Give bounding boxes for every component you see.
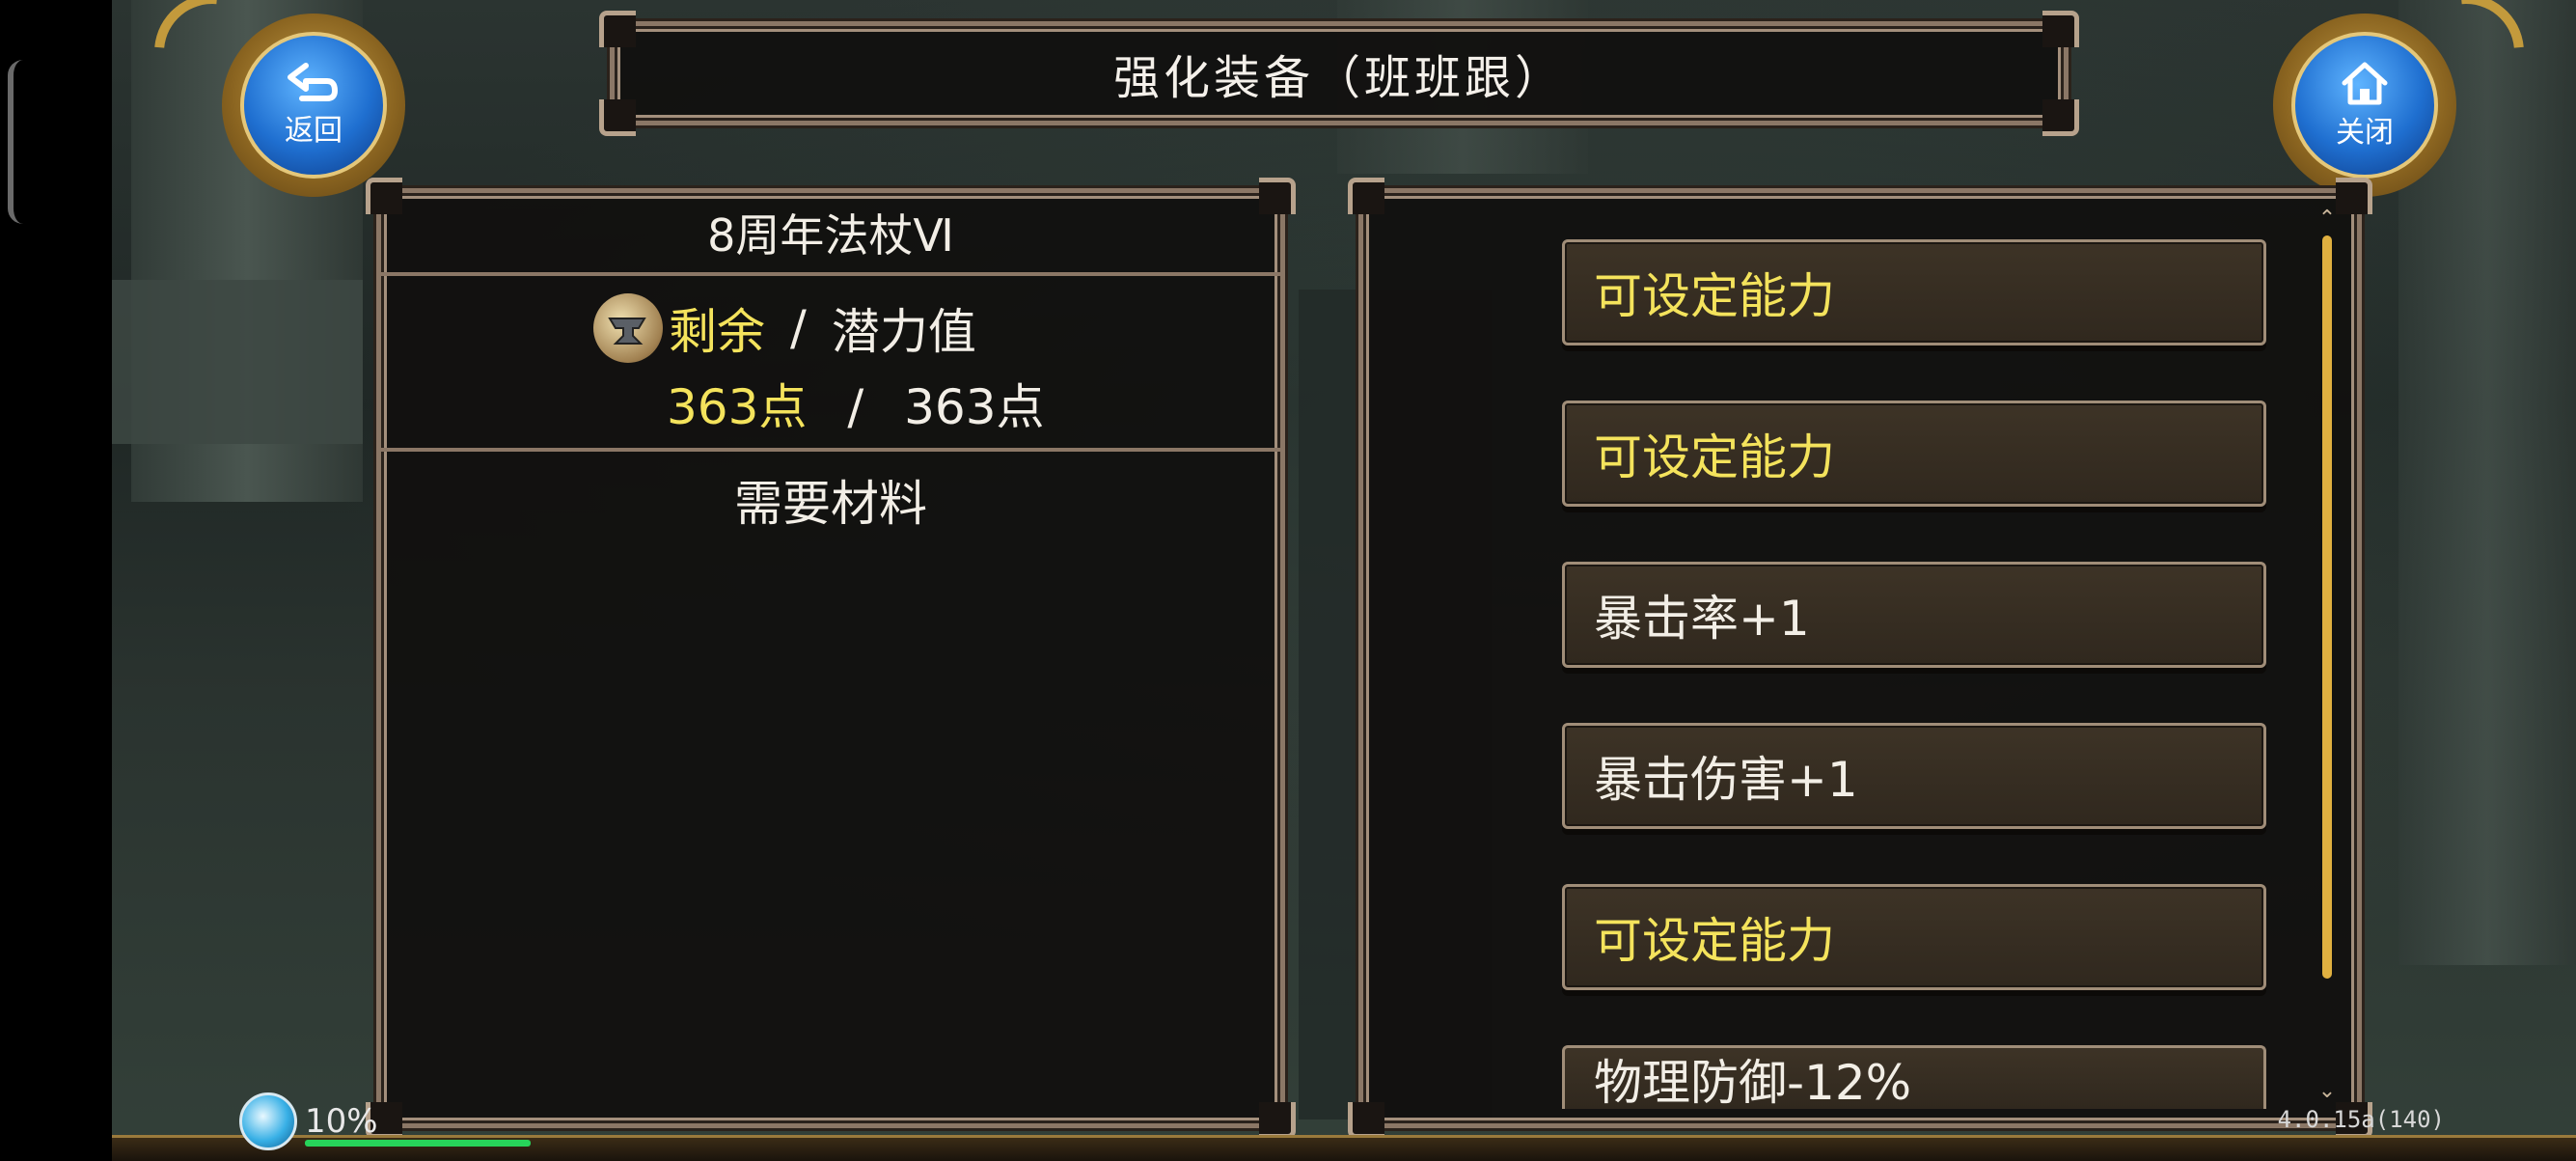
item-name-row: 8周年法杖Ⅵ (381, 193, 1280, 276)
back-arrow-icon (288, 63, 338, 101)
phone-edge-indicator (8, 60, 23, 224)
scroll-down-icon[interactable]: ⌄ (2315, 1081, 2340, 1102)
back-button-label: 返回 (285, 114, 343, 148)
frame-corner (1259, 1102, 1296, 1139)
version-label: 4.0.15a(140) (2277, 1106, 2445, 1133)
ability-slot-label: 可设定能力 (1594, 913, 1835, 969)
frame-corner (1348, 178, 1384, 214)
potential-box: 剩余 / 潜力值 363点 / 363点 (381, 276, 1280, 452)
frame-corner (599, 99, 636, 136)
ability-slot-label: 可设定能力 (1594, 429, 1835, 485)
ability-slot-button[interactable]: 暴击率+1 (1562, 562, 2266, 668)
points-separator: / (847, 379, 864, 435)
frame-corner (599, 11, 636, 47)
ability-slot-button[interactable]: 可设定能力 (1562, 239, 2266, 346)
scroll-up-icon[interactable]: ⌃ (2315, 208, 2340, 230)
potential-label: 潜力值 (831, 304, 976, 360)
back-button[interactable]: 返回 (130, 0, 405, 197)
remaining-points: 363点 (667, 379, 808, 435)
ability-list-panel: 可设定能力 可设定能力 暴击率+1 暴击伤害+1 可设定能力 物理防御-12% … (1348, 178, 2372, 1139)
ability-slot-label: 可设定能力 (1594, 268, 1835, 324)
potential-values: 363点 / 363点 (667, 369, 1045, 438)
scrollbar-thumb[interactable] (2322, 235, 2332, 979)
ability-slot-button[interactable]: 可设定能力 (1562, 401, 2266, 507)
home-icon (2342, 62, 2388, 105)
close-button-label: 关闭 (2336, 116, 2394, 150)
experience-progress-bar (305, 1140, 531, 1147)
title-bar: 强化装备（班班跟） (599, 11, 2079, 136)
total-points: 363点 (904, 379, 1045, 435)
frame-corner (2042, 99, 2079, 136)
materials-title: 需要材料 (734, 476, 927, 532)
background-stone-block (112, 280, 363, 444)
ability-slot-label: 暴击伤害+1 (1594, 752, 1858, 808)
ability-list: 可设定能力 可设定能力 暴击率+1 暴击伤害+1 可设定能力 物理防御-12% (1562, 239, 2266, 1111)
page-title: 强化装备（班班跟） (1112, 51, 1565, 105)
anvil-icon (593, 293, 663, 363)
ability-slot-label: 暴击率+1 (1594, 591, 1810, 647)
equipment-info-panel: 8周年法杖Ⅵ 剩余 / 潜力值 363点 / 363点 需要材料 (366, 178, 1296, 1139)
frame-corner (2042, 11, 2079, 47)
ability-slot-button[interactable]: 暴击伤害+1 (1562, 723, 2266, 829)
progress-percent: 10% (305, 1102, 378, 1141)
potential-separator: / (790, 300, 807, 356)
remaining-label: 剩余 (669, 304, 765, 360)
close-button[interactable]: 关闭 (2273, 0, 2548, 197)
ability-slot-button[interactable]: 可设定能力 (1562, 884, 2266, 990)
potential-header: 剩余 / 潜力值 (593, 293, 976, 363)
phone-side-bar (0, 0, 112, 1158)
globe-icon[interactable] (239, 1092, 297, 1150)
ability-slot-label: 物理防御-12% (1594, 1054, 1912, 1111)
frame-corner (1348, 1102, 1384, 1139)
item-name: 8周年法杖Ⅵ (707, 209, 954, 262)
frame-corner (2336, 178, 2372, 214)
ability-slot-button[interactable]: 物理防御-12% (1562, 1045, 2266, 1111)
